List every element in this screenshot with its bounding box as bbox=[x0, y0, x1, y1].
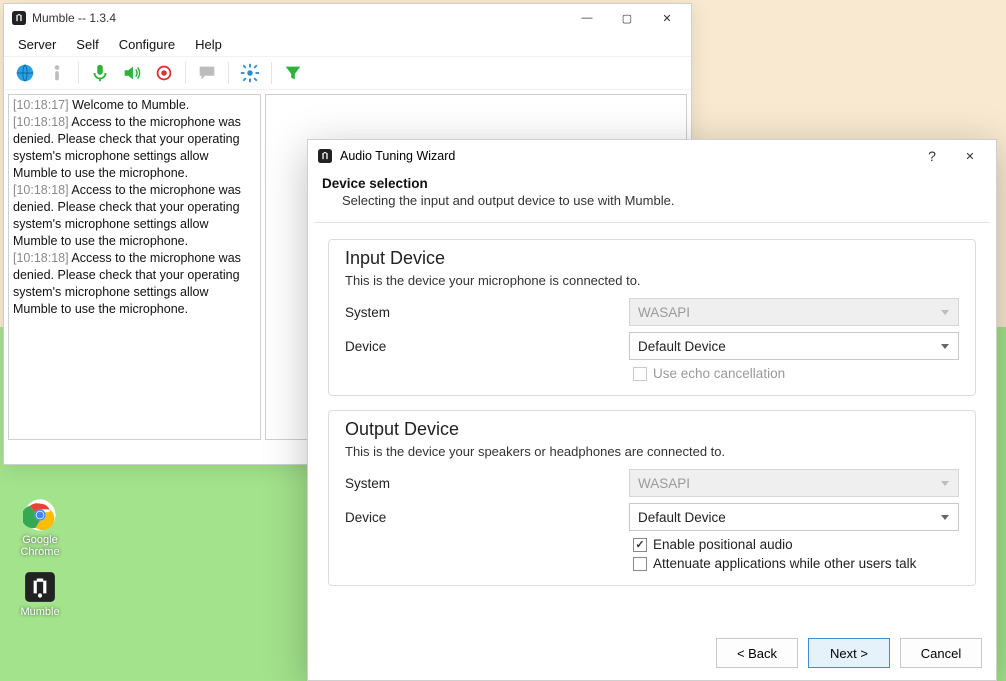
next-button[interactable]: Next > bbox=[808, 638, 890, 668]
close-button[interactable]: ✕ bbox=[647, 6, 687, 30]
globe-icon[interactable] bbox=[14, 62, 36, 84]
filter-icon[interactable] bbox=[282, 62, 304, 84]
window-title: Mumble -- 1.3.4 bbox=[32, 11, 116, 25]
help-button[interactable]: ? bbox=[914, 144, 950, 168]
wizard-close-button[interactable]: ✕ bbox=[950, 144, 990, 168]
record-icon[interactable] bbox=[153, 62, 175, 84]
toolbar bbox=[4, 56, 691, 90]
wizard-title: Audio Tuning Wizard bbox=[340, 149, 455, 163]
input-device-combo[interactable]: Default Device bbox=[629, 332, 959, 360]
attenuate-row[interactable]: Attenuate applications while other users… bbox=[633, 556, 959, 571]
desktop: Google Chrome Mumble Mumble -- 1.3.4 — ▢ bbox=[0, 0, 1006, 681]
attenuate-checkbox[interactable] bbox=[633, 557, 647, 571]
input-device-label: Device bbox=[345, 339, 629, 354]
echo-cancel-row: Use echo cancellation bbox=[633, 366, 959, 381]
echo-cancel-label: Use echo cancellation bbox=[653, 366, 785, 381]
menu-self[interactable]: Self bbox=[76, 37, 98, 52]
desktop-icon-chrome[interactable]: Google Chrome bbox=[10, 498, 70, 558]
group-legend: Output Device bbox=[345, 419, 959, 440]
group-desc: This is the device your speakers or head… bbox=[345, 444, 959, 459]
output-system-combo: WASAPI bbox=[629, 469, 959, 497]
menu-help[interactable]: Help bbox=[195, 37, 222, 52]
input-system-combo: WASAPI bbox=[629, 298, 959, 326]
separator bbox=[314, 222, 990, 223]
gear-icon[interactable] bbox=[239, 62, 261, 84]
speaker-icon[interactable] bbox=[121, 62, 143, 84]
maximize-button[interactable]: ▢ bbox=[607, 6, 647, 30]
microphone-icon[interactable] bbox=[89, 62, 111, 84]
output-system-label: System bbox=[345, 476, 629, 491]
menu-server[interactable]: Server bbox=[18, 37, 56, 52]
positional-audio-checkbox[interactable] bbox=[633, 538, 647, 552]
mumble-app-icon bbox=[318, 149, 332, 163]
wizard-heading: Device selection bbox=[322, 176, 982, 191]
mumble-icon bbox=[23, 570, 57, 604]
desktop-icon-mumble[interactable]: Mumble bbox=[10, 570, 70, 618]
input-system-label: System bbox=[345, 305, 629, 320]
group-desc: This is the device your microphone is co… bbox=[345, 273, 959, 288]
attenuate-label: Attenuate applications while other users… bbox=[653, 556, 916, 571]
output-device-group: Output Device This is the device your sp… bbox=[328, 410, 976, 586]
back-button[interactable]: < Back bbox=[716, 638, 798, 668]
wizard-subheading: Selecting the input and output device to… bbox=[342, 193, 982, 208]
menubar: Server Self Configure Help bbox=[4, 32, 691, 56]
echo-cancel-checkbox bbox=[633, 367, 647, 381]
titlebar[interactable]: Mumble -- 1.3.4 — ▢ ✕ bbox=[4, 4, 691, 32]
positional-audio-label: Enable positional audio bbox=[653, 537, 793, 552]
desktop-icon-label: Google Chrome bbox=[10, 534, 70, 558]
menu-configure[interactable]: Configure bbox=[119, 37, 175, 52]
group-legend: Input Device bbox=[345, 248, 959, 269]
log-panel[interactable]: [10:18:17] Welcome to Mumble.[10:18:18] … bbox=[8, 94, 261, 440]
mumble-app-icon bbox=[12, 11, 26, 25]
audio-wizard-window: Audio Tuning Wizard ? ✕ Device selection… bbox=[307, 139, 997, 681]
positional-audio-row[interactable]: Enable positional audio bbox=[633, 537, 959, 552]
output-device-combo[interactable]: Default Device bbox=[629, 503, 959, 531]
desktop-icon-label: Mumble bbox=[10, 606, 70, 618]
chrome-icon bbox=[23, 498, 57, 532]
chat-icon[interactable] bbox=[196, 62, 218, 84]
info-icon[interactable] bbox=[46, 62, 68, 84]
minimize-button[interactable]: — bbox=[567, 6, 607, 30]
input-device-group: Input Device This is the device your mic… bbox=[328, 239, 976, 396]
cancel-button[interactable]: Cancel bbox=[900, 638, 982, 668]
output-device-label: Device bbox=[345, 510, 629, 525]
wizard-titlebar[interactable]: Audio Tuning Wizard ? ✕ bbox=[308, 140, 996, 172]
